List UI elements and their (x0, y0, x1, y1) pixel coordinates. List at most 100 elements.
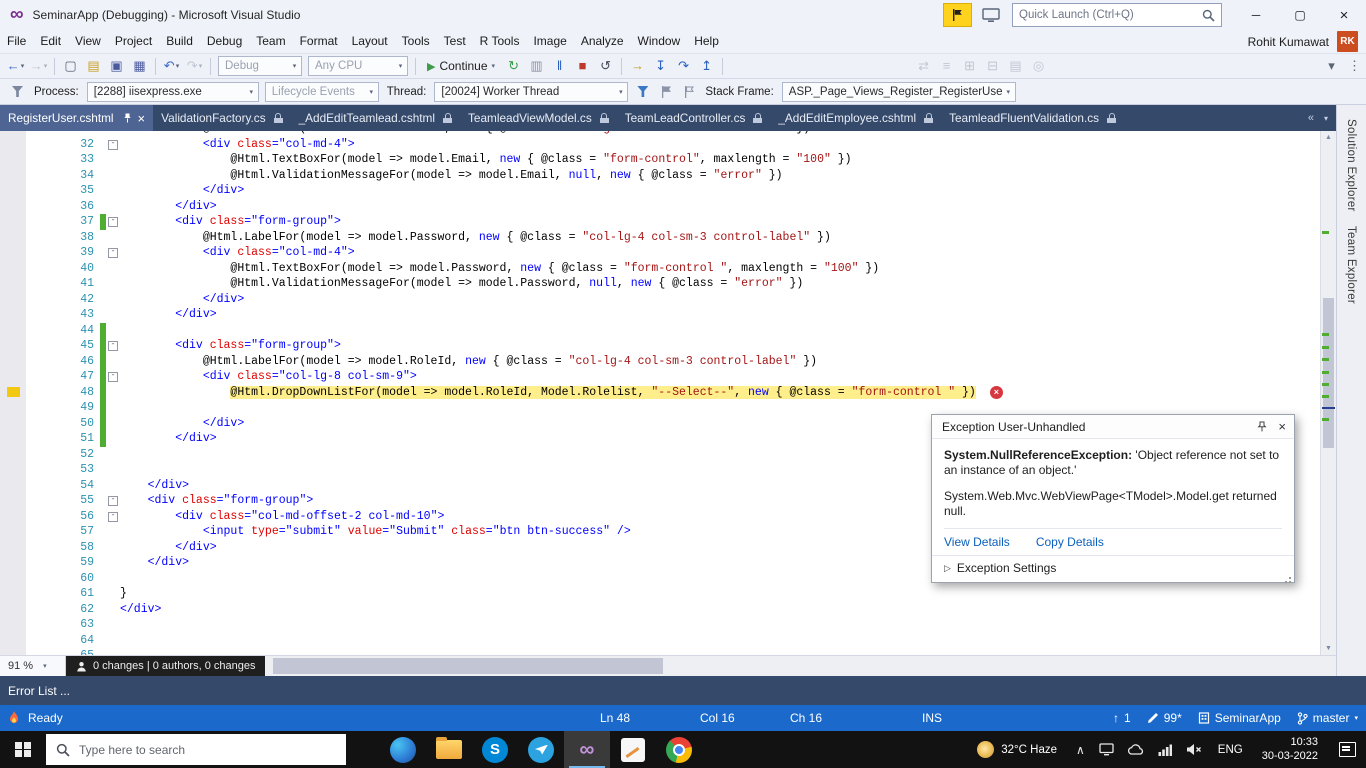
apply-code-changes-icon[interactable]: ↻ (503, 55, 524, 77)
skype-icon[interactable]: S (472, 731, 518, 768)
code-line-41[interactable]: 41 @Html.ValidationMessageFor(model => m… (0, 276, 1320, 292)
breakpoint-margin[interactable] (0, 524, 26, 540)
taskbar-search-input[interactable]: Type here to search (46, 734, 346, 765)
breakpoint-margin[interactable] (0, 416, 26, 432)
breakpoint-margin[interactable] (0, 617, 26, 633)
breakpoint-margin[interactable] (0, 571, 26, 587)
menu-item-analyze[interactable]: Analyze (574, 30, 631, 53)
document-tab-teamleadviewmodel-cs[interactable]: TeamleadViewModel.cs (460, 105, 617, 131)
collapse-icon[interactable]: - (108, 140, 118, 150)
breakpoint-margin[interactable] (0, 338, 26, 354)
step-into-icon[interactable]: ↧ (650, 55, 671, 77)
breakpoint-margin[interactable] (0, 478, 26, 494)
breakpoint-margin[interactable] (0, 400, 26, 416)
breakpoint-margin[interactable] (0, 648, 26, 655)
show-next-statement-icon[interactable]: → (627, 55, 648, 77)
error-icon[interactable]: × (990, 386, 1003, 399)
menu-item-test[interactable]: Test (437, 30, 473, 53)
breakpoint-margin[interactable] (0, 602, 26, 618)
continue-button[interactable]: ▶Continue▾ (422, 55, 500, 77)
code-line-33[interactable]: 33 @Html.TextBoxFor(model => model.Email… (0, 152, 1320, 168)
breakpoint-margin[interactable] (0, 307, 26, 323)
document-tab-teamleadcontroller-cs[interactable]: TeamLeadController.cs (617, 105, 771, 131)
find-icon[interactable]: ◎ (1028, 55, 1049, 77)
outline-collapse-icon[interactable]: ⊟ (982, 55, 1003, 77)
code-line-46[interactable]: 46 @Html.LabelFor(model => model.RoleId,… (0, 354, 1320, 370)
menu-item-file[interactable]: File (0, 30, 33, 53)
menu-item-project[interactable]: Project (108, 30, 159, 53)
code-line-64[interactable]: 64 (0, 633, 1320, 649)
toolbar-options-icon[interactable]: ▾ (1321, 55, 1342, 77)
menu-item-debug[interactable]: Debug (200, 30, 249, 53)
code-line-34[interactable]: 34 @Html.ValidationMessageFor(model => m… (0, 168, 1320, 184)
breakpoint-margin[interactable] (0, 292, 26, 308)
notes-app-icon[interactable] (610, 731, 656, 768)
step-out-icon[interactable]: ↥ (696, 55, 717, 77)
start-button[interactable] (0, 731, 46, 768)
navigate-forward-icon[interactable]: →▾ (28, 55, 49, 77)
thread-combo[interactable]: [20024] Worker Thread▾ (434, 82, 628, 102)
menu-item-format[interactable]: Format (293, 30, 345, 53)
navigate-back-icon[interactable]: ←▾ (5, 55, 26, 77)
code-line-48[interactable]: 48 @Html.DropDownListFor(model => model.… (0, 385, 1320, 401)
breakpoint-margin[interactable] (0, 447, 26, 463)
code-line-39[interactable]: 39- <div class="col-md-4"> (0, 245, 1320, 261)
scroll-down-icon[interactable]: ▼ (1321, 642, 1336, 655)
breakpoint-margin[interactable] (0, 369, 26, 385)
breakpoint-margin[interactable] (0, 509, 26, 525)
notifications-flag-icon[interactable] (943, 3, 972, 27)
code-line-40[interactable]: 40 @Html.TextBoxFor(model => model.Passw… (0, 261, 1320, 277)
stack-frame-combo[interactable]: ASP._Page_Views_Register_RegisterUser_c:… (782, 82, 1016, 102)
minimize-button[interactable]: ─ (1234, 0, 1278, 30)
maximize-button[interactable]: ▢ (1278, 0, 1322, 30)
tab-scroll-left-icon[interactable]: « (1308, 112, 1314, 124)
document-tab-validationfactory-cs[interactable]: ValidationFactory.cs (153, 105, 290, 131)
new-file-icon[interactable]: ▢ (60, 55, 81, 77)
exception-settings-expander[interactable]: ▷ Exception Settings (932, 555, 1294, 582)
collapse-icon[interactable]: - (108, 512, 118, 522)
repository-indicator[interactable]: SeminarApp (1198, 711, 1281, 725)
diagnostics-icon[interactable]: ▥ (526, 55, 547, 77)
code-line-36[interactable]: 36 </div> (0, 199, 1320, 215)
codelens-changes-badge[interactable]: 0 changes | 0 authors, 0 changes (66, 656, 265, 676)
zoom-selector[interactable]: 91 % ▾ (0, 656, 66, 676)
menu-item-view[interactable]: View (68, 30, 108, 53)
code-line-32[interactable]: 32- <div class="col-md-4"> (0, 137, 1320, 153)
line-comment-icon[interactable]: ≡ (936, 55, 957, 77)
code-line-62[interactable]: 62</div> (0, 602, 1320, 618)
close-icon[interactable]: × (1278, 419, 1286, 434)
breakpoint-margin[interactable] (0, 493, 26, 509)
commits-ahead-indicator[interactable]: ↑1 (1113, 711, 1131, 725)
breakpoint-margin[interactable] (0, 462, 26, 478)
resize-grip[interactable] (1289, 577, 1291, 579)
feedback-icon[interactable] (979, 5, 1003, 25)
code-line-61[interactable]: 61} (0, 586, 1320, 602)
restart-icon[interactable]: ↺ (595, 55, 616, 77)
vertical-scrollbar[interactable]: ▲ ▼ (1320, 131, 1336, 655)
breakpoint-margin[interactable] (0, 633, 26, 649)
breakpoint-margin[interactable] (0, 586, 26, 602)
breakpoint-margin[interactable] (0, 431, 26, 447)
code-line-63[interactable]: 63 (0, 617, 1320, 633)
scroll-up-icon[interactable]: ▲ (1321, 131, 1336, 144)
close-button[interactable]: × (1322, 0, 1366, 30)
copy-details-link[interactable]: Copy Details (1036, 535, 1104, 549)
clock[interactable]: 10:33 30-03-2022 (1262, 736, 1318, 763)
quick-launch-input[interactable]: Quick Launch (Ctrl+Q) (1012, 3, 1222, 27)
solution-configuration-combo[interactable]: Debug▾ (218, 56, 302, 76)
code-line-44[interactable]: 44 (0, 323, 1320, 339)
collapse-icon[interactable]: - (108, 341, 118, 351)
save-all-icon[interactable]: ▦ (129, 55, 150, 77)
document-tab--addeditemployee-cshtml[interactable]: _AddEditEmployee.cshtml (770, 105, 941, 131)
menu-item-build[interactable]: Build (159, 30, 200, 53)
toolbar-overflow-icon[interactable]: ⋮ (1344, 55, 1365, 77)
document-tab-registeruser-cshtml[interactable]: RegisterUser.cshtml× (0, 105, 153, 131)
breakpoint-margin[interactable] (0, 245, 26, 261)
solution-platform-combo[interactable]: Any CPU▾ (308, 56, 408, 76)
breakpoint-margin[interactable] (0, 323, 26, 339)
breakpoint-margin[interactable] (0, 168, 26, 184)
collapse-icon[interactable]: - (108, 248, 118, 258)
code-line-47[interactable]: 47- <div class="col-lg-8 col-sm-9"> (0, 369, 1320, 385)
horizontal-scrollbar[interactable] (265, 656, 1336, 676)
thread-filter-icon[interactable] (632, 81, 653, 103)
